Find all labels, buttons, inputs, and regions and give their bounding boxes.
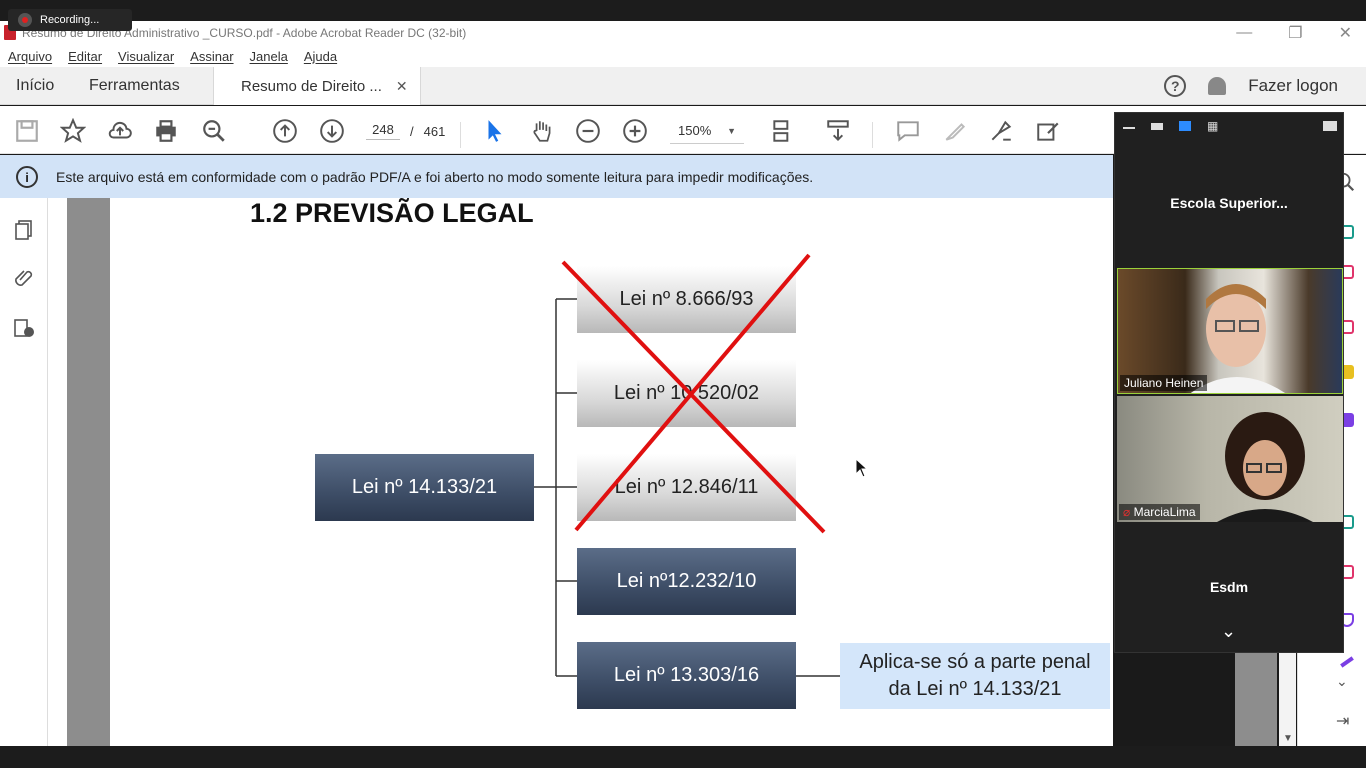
speaker-view-icon[interactable] xyxy=(1151,123,1163,130)
bottom-strip xyxy=(0,746,1366,768)
strip-view-icon[interactable] xyxy=(1179,121,1191,131)
participant-name-2: ⌀ MarciaLima xyxy=(1119,504,1200,520)
participant-name-3: Esdm xyxy=(1209,579,1249,595)
video-panel-toolbar: ▦ xyxy=(1115,113,1343,141)
gallery-grid-icon[interactable]: ▦ xyxy=(1207,119,1218,133)
video-tile-marcia[interactable]: ⌀ MarciaLima xyxy=(1117,396,1343,522)
participant-name-1: Juliano Heinen xyxy=(1120,375,1208,391)
muted-mic-icon: ⌀ xyxy=(1123,505,1131,519)
participant-name-2-text: MarciaLima xyxy=(1133,505,1196,519)
recording-label: Recording... xyxy=(40,14,100,26)
host-name: Escola Superior... xyxy=(1170,195,1288,211)
screen: Recording... Resumo de Direito Administr… xyxy=(0,0,1366,768)
expand-participants-chevron-icon[interactable]: ⌄ xyxy=(1221,621,1236,642)
pop-out-icon[interactable] xyxy=(1323,121,1337,131)
minimize-video-icon[interactable] xyxy=(1123,127,1135,129)
mouse-cursor-icon xyxy=(855,458,869,478)
video-call-panel: ▦ Escola Superior... Juliano Heinen ⌀ Ma… xyxy=(1114,112,1344,653)
video-tile-juliano[interactable]: Juliano Heinen xyxy=(1117,268,1343,394)
recording-indicator[interactable]: Recording... xyxy=(8,9,132,31)
record-icon xyxy=(18,13,32,27)
